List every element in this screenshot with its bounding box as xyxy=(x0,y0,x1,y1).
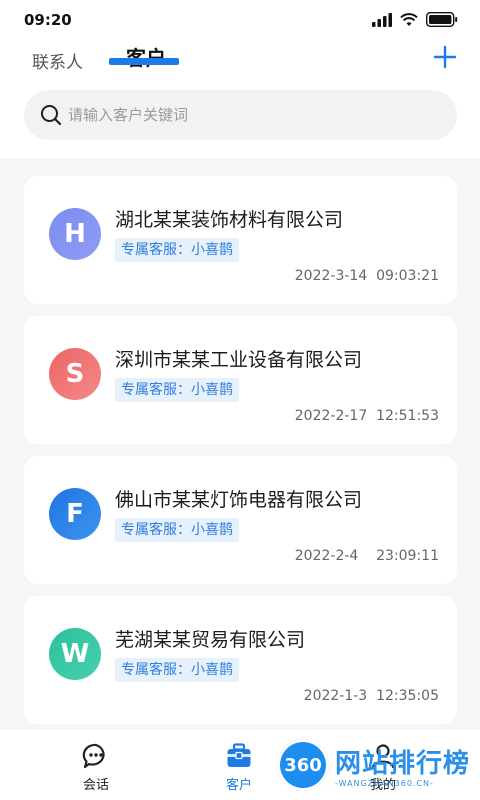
service-tag: 专属客服：小喜鹊 xyxy=(115,658,239,682)
service-tag: 专属客服：小喜鹊 xyxy=(115,518,239,542)
watermark-url: -WANGZHAN360.CN- xyxy=(335,779,434,788)
chat-icon xyxy=(82,743,105,768)
customer-card[interactable]: F 佛山市某某灯饰电器有限公司 专属客服：小喜鹊 2022-2-4 23:09:… xyxy=(24,456,457,584)
customer-name: 芜湖某某贸易有限公司 xyxy=(115,629,306,651)
search-input[interactable] xyxy=(68,100,438,130)
nav-customers-label: 客户 xyxy=(225,777,252,793)
nav-chat[interactable]: 会话 xyxy=(66,738,126,796)
add-customer-button[interactable] xyxy=(432,44,458,70)
battery-icon xyxy=(426,12,458,27)
nav-customers[interactable]: 客户 xyxy=(209,738,269,796)
tab-customers[interactable]: 客户 xyxy=(126,42,166,71)
status-bar: 09:20 xyxy=(0,0,480,40)
tab-contacts[interactable]: 联系人 xyxy=(32,48,83,73)
signal-icon xyxy=(372,12,392,27)
customer-avatar: H xyxy=(49,208,101,260)
customer-timestamp: 2022-2-17 12:51:53 xyxy=(294,408,439,424)
customer-card[interactable]: S 深圳市某某工业设备有限公司 专属客服：小喜鹊 2022-2-17 12:51… xyxy=(24,316,457,444)
wifi-icon xyxy=(400,12,418,26)
status-time: 09:20 xyxy=(24,11,72,29)
active-tab-indicator xyxy=(109,58,179,65)
tab-bar: 联系人 客户 xyxy=(0,40,480,80)
watermark-text: 网站排行榜 xyxy=(335,749,471,779)
watermark-logo: 360 网站排行榜 -WANGZHAN360.CN- xyxy=(277,739,477,797)
customer-name: 湖北某某装饰材料有限公司 xyxy=(115,209,344,231)
customer-avatar: F xyxy=(49,488,101,540)
search-bar xyxy=(24,90,457,140)
customer-card[interactable]: H 湖北某某装饰材料有限公司 专属客服：小喜鹊 2022-3-14 09:03:… xyxy=(24,176,457,304)
briefcase-icon xyxy=(227,742,251,767)
customer-timestamp: 2022-1-3 12:35:05 xyxy=(303,688,439,704)
customer-timestamp: 2022-3-14 09:03:21 xyxy=(294,268,439,284)
nav-chat-label: 会话 xyxy=(82,777,109,793)
customer-name: 佛山市某某灯饰电器有限公司 xyxy=(115,489,363,511)
plus-icon xyxy=(433,45,457,69)
customer-card[interactable]: W 芜湖某某贸易有限公司 专属客服：小喜鹊 2022-1-3 12:35:05 xyxy=(24,596,457,724)
customer-avatar: S xyxy=(49,348,101,400)
customer-name: 深圳市某某工业设备有限公司 xyxy=(115,349,363,371)
customer-avatar: W xyxy=(49,628,101,680)
status-icons xyxy=(372,12,458,27)
service-tag: 专属客服：小喜鹊 xyxy=(115,238,239,262)
search-icon xyxy=(41,105,62,126)
customer-timestamp: 2022-2-4 23:09:11 xyxy=(294,548,439,564)
service-tag: 专属客服：小喜鹊 xyxy=(115,378,239,402)
header: 09:20 联系人 客户 xyxy=(0,0,480,158)
watermark-badge: 360 xyxy=(277,739,329,791)
